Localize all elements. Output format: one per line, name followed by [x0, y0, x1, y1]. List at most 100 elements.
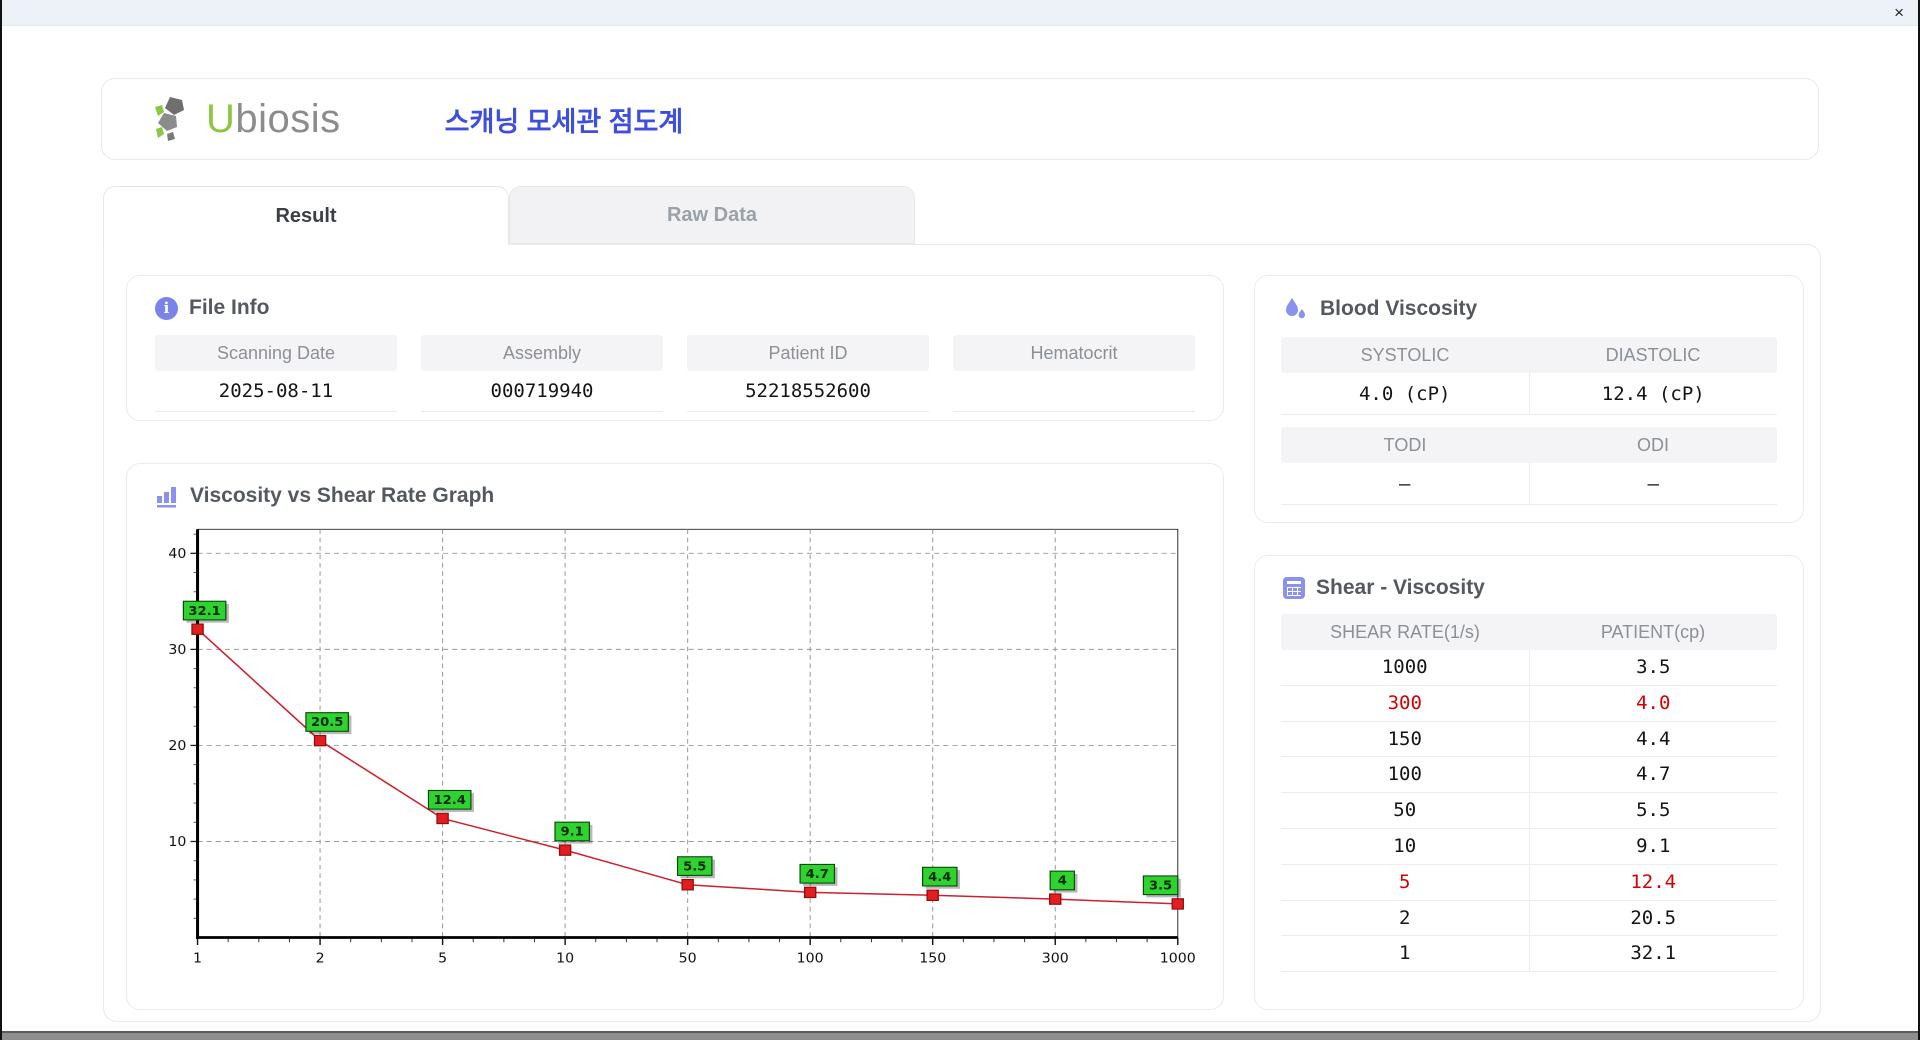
patient-cell: 20.5	[1630, 906, 1677, 929]
shear-rate-cell: 300	[1281, 685, 1530, 721]
file-info-title: File Info	[189, 296, 270, 319]
svg-text:1: 1	[193, 951, 202, 966]
title-bar: ×	[2, 0, 1918, 26]
app-title-korean: 스캐닝 모세관 점도계	[444, 106, 684, 137]
table-row: 300 4.0	[1281, 685, 1777, 722]
field-value	[953, 371, 1195, 412]
patient-cell: 4.4	[1636, 727, 1671, 750]
svg-text:300: 300	[1042, 951, 1069, 966]
tab-bar: Result Raw Data	[103, 186, 1918, 245]
svg-text:30: 30	[168, 643, 186, 658]
svg-text:10: 10	[168, 835, 186, 850]
header-card: Ubiosis 스캐닝 모세관 점도계	[101, 78, 1819, 160]
file-info-card: i File Info Scanning Date 2025-08-11 Ass…	[126, 275, 1224, 421]
shear-rate-cell: 1	[1281, 936, 1530, 972]
table-row: 100 4.7	[1281, 757, 1777, 794]
patient-cell: 5.5	[1636, 799, 1671, 822]
shear-rate-cell: 10	[1281, 828, 1530, 864]
svg-text:150: 150	[919, 951, 946, 966]
app-window: × Ubiosis 스캐닝 모세관 점도계 Result Raw Data i	[0, 0, 1920, 1040]
svg-text:10: 10	[556, 951, 574, 966]
patient-column-header: PATIENT(cp)	[1600, 622, 1706, 642]
left-column: i File Info Scanning Date 2025-08-11 Ass…	[126, 275, 1224, 1010]
logo-wordmark: Ubiosis	[206, 97, 341, 142]
shear-rate-column-header: SHEAR RATE(1/s)	[1330, 622, 1480, 642]
field-assembly: Assembly 000719940	[421, 335, 663, 412]
tab-result[interactable]: Result	[103, 186, 509, 245]
svg-text:5.5: 5.5	[683, 859, 706, 873]
chart-area: 10 20 30 40 1 2 5 10 50 100 150 300 1000 32.1 20.5 12.4…	[145, 520, 1201, 986]
field-scanning-date: Scanning Date 2025-08-11	[155, 335, 397, 412]
odi-value: –	[1647, 473, 1659, 495]
svg-text:4.4: 4.4	[928, 869, 951, 883]
blood-drops-icon	[1283, 296, 1309, 322]
shear-viscosity-title: Shear - Viscosity	[1316, 576, 1485, 599]
shear-rate-cell: 1000	[1281, 650, 1530, 685]
systolic-value: 4.0 (cP)	[1281, 373, 1530, 414]
shear-rate-cell: 5	[1281, 864, 1530, 900]
svg-text:32.1: 32.1	[188, 603, 220, 617]
shear-table-body: 1000 3.5 300 4.0 150 4.4 100 4.7 50 5.5 10 9.1 5 12.4…	[1281, 650, 1777, 973]
table-row: 50 5.5	[1281, 793, 1777, 829]
patient-cell: 32.1	[1630, 942, 1677, 965]
shear-viscosity-table: SHEAR RATE(1/s) PATIENT(cp) 1000 3.5 300 4.…	[1281, 614, 1777, 973]
svg-text:2: 2	[316, 951, 325, 966]
field-label: Patient ID	[687, 335, 929, 371]
file-info-grid: Scanning Date 2025-08-11 Assembly 000719…	[127, 320, 1223, 412]
window-bottom-edge	[2, 1031, 1918, 1040]
svg-text:1000: 1000	[1160, 951, 1196, 966]
diastolic-label: DIASTOLIC	[1605, 345, 1701, 365]
ubiosis-logo-icon	[155, 97, 184, 141]
ubiosis-logo: Ubiosis	[152, 95, 341, 143]
todi-value: –	[1281, 463, 1530, 504]
field-value: 52218552600	[687, 371, 929, 412]
field-value: 000719940	[421, 371, 663, 412]
svg-text:100: 100	[797, 951, 824, 966]
calculator-icon	[1283, 577, 1305, 599]
todi-label: TODI	[1383, 435, 1427, 455]
patient-cell: 4.7	[1636, 763, 1671, 786]
field-label: Scanning Date	[155, 335, 397, 371]
blood-viscosity-table: SYSTOLIC DIASTOLIC 4.0 (cP) 12.4 (cP) TO…	[1281, 337, 1777, 505]
shear-rate-cell: 150	[1281, 721, 1530, 757]
svg-text:3.5: 3.5	[1149, 878, 1172, 892]
svg-text:40: 40	[168, 546, 186, 561]
svg-text:4: 4	[1058, 873, 1067, 887]
shear-rate-cell: 2	[1281, 900, 1530, 936]
patient-cell: 4.0	[1636, 691, 1671, 714]
table-row: 1000 3.5	[1281, 650, 1777, 686]
bar-chart-icon	[155, 484, 179, 508]
table-row: 5 12.4	[1281, 864, 1777, 901]
table-row: 1 32.1	[1281, 936, 1777, 973]
systolic-label: SYSTOLIC	[1360, 345, 1450, 365]
table-row: 2 20.5	[1281, 900, 1777, 937]
field-label: Assembly	[421, 335, 663, 371]
logo-rest: biosis	[235, 96, 341, 141]
table-row: 10 9.1	[1281, 828, 1777, 865]
right-column: Blood Viscosity SYSTOLIC DIASTOLIC 4.0 (…	[1254, 275, 1804, 1010]
blood-viscosity-title: Blood Viscosity	[1320, 297, 1478, 320]
patient-cell: 3.5	[1636, 656, 1671, 678]
shear-rate-cell: 50	[1281, 793, 1530, 828]
field-value: 2025-08-11	[155, 371, 397, 412]
close-icon[interactable]: ×	[1894, 4, 1904, 21]
table-row: 150 4.4	[1281, 721, 1777, 758]
result-panel: i File Info Scanning Date 2025-08-11 Ass…	[103, 244, 1821, 1022]
viscosity-graph-card: Viscosity vs Shear Rate Graph 10 20 30 40 1 2…	[126, 463, 1224, 1010]
svg-text:12.4: 12.4	[433, 792, 466, 806]
viscosity-shear-chart: 10 20 30 40 1 2 5 10 50 100 150 300 1000 32.1 20.5 12.4…	[168, 528, 1196, 967]
field-hematocrit: Hematocrit	[953, 335, 1195, 412]
logo-u: U	[206, 96, 236, 141]
svg-text:5: 5	[438, 951, 447, 966]
diastolic-value: 12.4 (cP)	[1601, 383, 1705, 405]
field-label: Hematocrit	[953, 335, 1195, 371]
svg-text:20: 20	[168, 739, 186, 754]
blood-viscosity-card: Blood Viscosity SYSTOLIC DIASTOLIC 4.0 (…	[1254, 275, 1804, 523]
tab-raw-data[interactable]: Raw Data	[509, 186, 915, 244]
info-icon: i	[155, 296, 178, 320]
graph-title: Viscosity vs Shear Rate Graph	[190, 484, 495, 507]
svg-text:20.5: 20.5	[311, 715, 343, 729]
field-patient-id: Patient ID 52218552600	[687, 335, 929, 412]
svg-text:50: 50	[679, 951, 697, 966]
shear-rate-cell: 100	[1281, 757, 1530, 793]
